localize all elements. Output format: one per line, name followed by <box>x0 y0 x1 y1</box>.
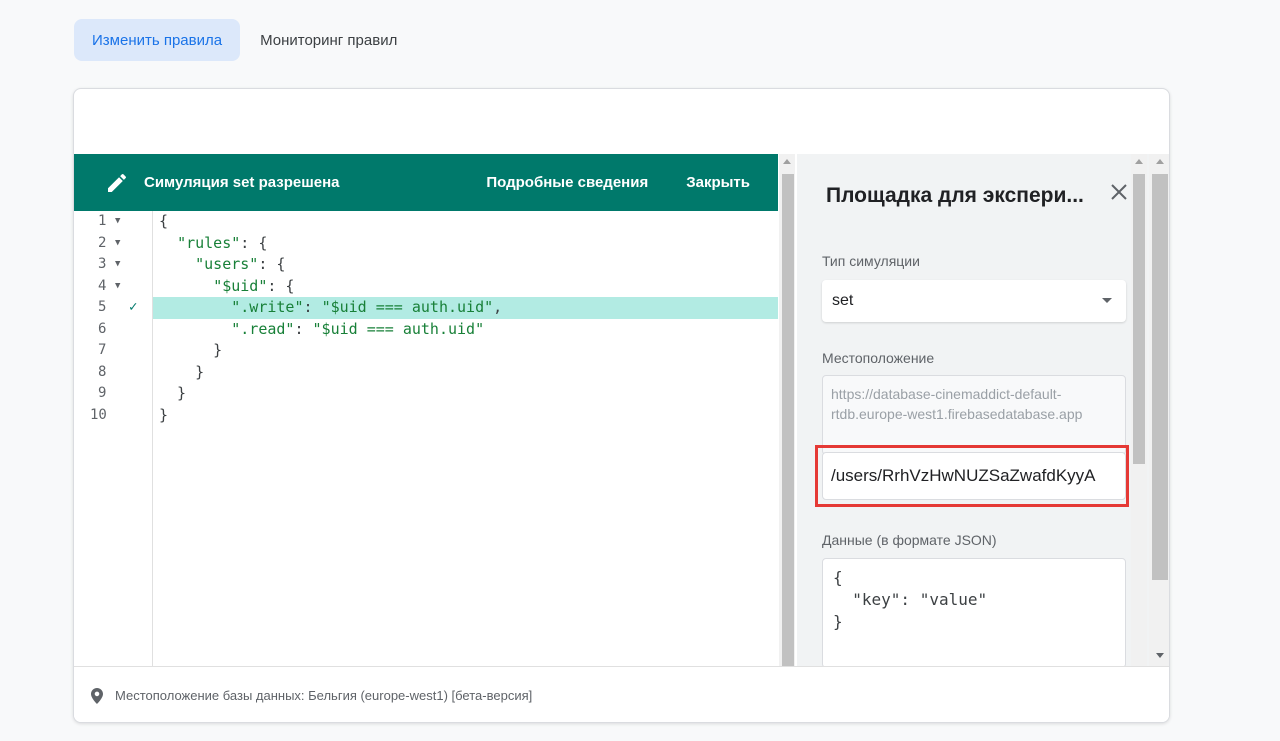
scrollbar-thumb[interactable] <box>1133 174 1145 464</box>
simulation-type-label: Тип симуляции <box>822 253 920 269</box>
code-area[interactable]: { "rules": { "users": { "$uid": { ".writ… <box>153 211 778 666</box>
simulation-type-select[interactable]: set <box>822 280 1126 322</box>
pencil-icon <box>104 170 130 196</box>
location-pin-icon <box>91 687 105 704</box>
playground-panel: Площадка для экспери... Тип симуляции se… <box>797 154 1169 668</box>
line-number: 10 <box>90 406 107 423</box>
scrollbar-thumb[interactable] <box>782 174 794 666</box>
database-location-text: Местоположение базы данных: Бельгия (eur… <box>115 688 533 703</box>
line-number: 9 <box>98 385 107 401</box>
line-number: 1 ▼ <box>74 211 152 233</box>
page-scrollbar[interactable] <box>1149 154 1169 666</box>
location-label: Местоположение <box>822 350 935 366</box>
code-line: "$uid": { <box>213 276 295 295</box>
code-line: } <box>159 362 205 381</box>
scroll-up-icon[interactable] <box>1135 159 1143 164</box>
code-line: "rules": { <box>177 233 268 252</box>
scrollbar-thumb[interactable] <box>1152 174 1168 580</box>
line-number-gutter: 1 ▼ 2 ▼ 3 ▼ 4 ▼ 5 ✓ 6 7 8 9 10 <box>74 211 153 666</box>
check-icon: ✓ <box>129 299 138 315</box>
editor-scrollbar[interactable] <box>779 154 795 666</box>
location-base-url: https://database-cinemaddict-default-rtd… <box>822 375 1126 455</box>
playground-title: Площадка для экспери... <box>826 184 1084 207</box>
code-line: ".write": "$uid === auth.uid", <box>153 297 778 319</box>
database-location-footer: Местоположение базы данных: Бельгия (eur… <box>74 666 1169 722</box>
line-number: 7 <box>98 342 107 358</box>
panel-scrollbar[interactable] <box>1131 154 1147 666</box>
code-line: } <box>159 384 187 402</box>
tab-edit-rules[interactable]: Изменить правила <box>74 19 241 61</box>
rules-card: Симуляция set разрешена Подробные сведен… <box>73 88 1170 723</box>
data-json-input[interactable]: { "key": "value" } <box>822 558 1126 668</box>
code-line: { <box>159 212 169 230</box>
fold-arrow-icon[interactable]: ▼ <box>115 233 120 255</box>
simulation-message: Симуляция set разрешена <box>144 174 340 191</box>
json-line: "key": "value" <box>833 590 988 609</box>
fold-arrow-icon[interactable]: ▼ <box>115 211 120 233</box>
line-number: 3 ▼ <box>74 254 152 276</box>
simulation-result-bar: Симуляция set разрешена Подробные сведен… <box>74 154 778 211</box>
json-line: } <box>833 612 843 631</box>
rules-tabs: Изменить правила Мониторинг правил <box>74 19 415 61</box>
line-number: 2 ▼ <box>74 233 152 255</box>
scroll-down-icon[interactable] <box>1156 653 1164 658</box>
code-line: } <box>159 341 223 359</box>
scroll-up-icon[interactable] <box>1156 159 1164 164</box>
code-line: } <box>159 405 169 424</box>
line-number: 5 ✓ <box>74 297 152 319</box>
json-line: { <box>833 568 843 587</box>
chevron-down-icon <box>1102 298 1112 303</box>
line-number: 8 <box>98 363 107 380</box>
close-simulation-button[interactable]: Закрыть <box>686 174 750 191</box>
tab-rules-monitoring[interactable]: Мониторинг правил <box>242 19 415 61</box>
scroll-up-icon[interactable] <box>783 159 791 164</box>
fold-arrow-icon[interactable]: ▼ <box>115 254 120 276</box>
code-line: ".read": "$uid === auth.uid" <box>231 319 485 338</box>
simulation-type-value: set <box>832 292 854 309</box>
rules-editor: Симуляция set разрешена Подробные сведен… <box>74 154 778 666</box>
details-button[interactable]: Подробные сведения <box>486 174 648 191</box>
data-json-label: Данные (в формате JSON) <box>822 532 997 548</box>
line-number: 4 ▼ <box>74 276 152 298</box>
location-path-input[interactable]: /users/RrhVzHwNUZSaZwafdKyyA <box>822 452 1126 500</box>
line-number: 6 <box>98 320 107 337</box>
code-line: "users": { <box>195 255 286 273</box>
fold-arrow-icon[interactable]: ▼ <box>115 276 120 298</box>
close-icon[interactable] <box>1108 182 1130 204</box>
